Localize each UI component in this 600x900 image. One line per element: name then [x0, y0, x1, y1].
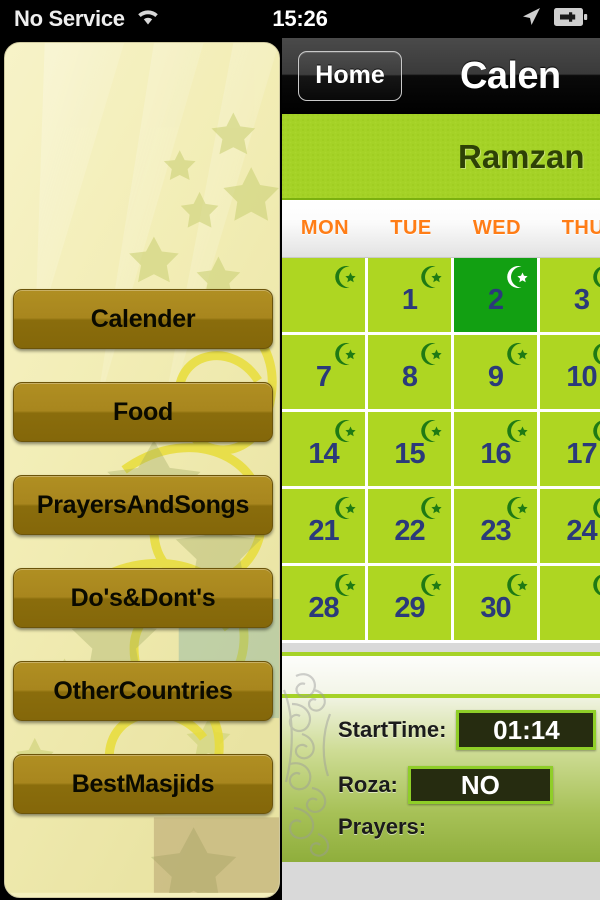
calendar-day-number: 28 — [308, 592, 339, 624]
calendar-week-row: 7 8 9 10 — [282, 335, 600, 412]
day-info-panel: StartTime: 01:14 Roza: NO Prayers: — [282, 652, 600, 862]
calendar-day-cell[interactable]: 2 — [454, 258, 540, 335]
calendar-week-row: 21 22 23 24 — [282, 489, 600, 566]
calendar-day-cell[interactable]: 10 — [540, 335, 600, 412]
calendar-day-number: 24 — [566, 515, 597, 547]
calendar-day-cell[interactable]: 17 — [540, 412, 600, 489]
calendar-day-cell[interactable]: 21 — [282, 489, 368, 566]
roza-value: NO — [407, 766, 553, 804]
calendar-day-number: 9 — [487, 361, 504, 393]
calendar-day-number: 16 — [480, 438, 511, 470]
crescent-star-icon — [593, 574, 600, 596]
sidebar-item-food[interactable]: Food — [13, 382, 273, 442]
calendar-day-number: 23 — [480, 515, 511, 547]
start-time-label: StartTime: — [338, 717, 447, 742]
calendar-day-cell[interactable]: 3 — [540, 258, 600, 335]
calendar-day-number: 7 — [315, 361, 332, 393]
panel-divider — [282, 643, 600, 652]
sidebar-item-dos-and-donts[interactable]: Do's&Dont's — [13, 568, 273, 628]
calendar-day-cell[interactable]: 1 — [368, 258, 454, 335]
navigation-bar: Home Calen — [282, 38, 600, 114]
status-bar-left: No Service — [0, 6, 161, 32]
calendar-day-cell[interactable]: 16 — [454, 412, 540, 489]
calendar-day-cell[interactable]: 23 — [454, 489, 540, 566]
calendar-day-number: 14 — [308, 438, 339, 470]
day-header-thu: THU — [561, 217, 600, 239]
calendar-day-cell[interactable]: 9 — [454, 335, 540, 412]
start-time-row: StartTime: 01:14 — [338, 710, 597, 750]
home-back-button[interactable]: Home — [298, 50, 402, 101]
location-arrow-icon — [520, 6, 542, 33]
sidebar-panel: Calender Food PrayersAndSongs Do's&Dont'… — [4, 42, 280, 898]
crescent-star-icon — [335, 266, 356, 288]
prayers-row: Prayers: — [338, 814, 426, 840]
carrier-label: No Service — [14, 6, 125, 31]
day-header-tue: TUE — [390, 217, 432, 239]
day-header-wed: WED — [472, 217, 522, 239]
calendar-day-cell[interactable]: 7 — [282, 335, 368, 412]
prayers-label: Prayers: — [338, 814, 427, 839]
calendar-week-row: 14 15 16 17 — [282, 412, 600, 489]
calendar-day-number: 22 — [394, 515, 425, 547]
calendar-day-cell[interactable]: 30 — [454, 566, 540, 643]
calendar-day-cell[interactable]: 22 — [368, 489, 454, 566]
app-screen: No Service 15:26 Calender Food PrayersAn… — [0, 0, 600, 900]
sidebar-item-othercountries[interactable]: OtherCountries — [13, 661, 273, 721]
calendar-week-row: 28 29 30 — [282, 566, 600, 643]
calendar-day-cell[interactable]: 14 — [282, 412, 368, 489]
calendar-day-cell[interactable]: 28 — [282, 566, 368, 643]
calendar-day-number: 2 — [487, 284, 504, 316]
calendar-cell-empty — [540, 566, 600, 643]
calendar-day-number: 30 — [480, 592, 511, 624]
calendar-day-cell[interactable]: 15 — [368, 412, 454, 489]
sidebar-item-bestmasjids[interactable]: BestMasjids — [13, 754, 273, 814]
calendar-day-number: 15 — [394, 438, 425, 470]
calendar-day-cell[interactable]: 24 — [540, 489, 600, 566]
start-time-value: 01:14 — [456, 710, 597, 750]
roza-row: Roza: NO — [338, 766, 553, 804]
calendar-day-cell[interactable]: 8 — [368, 335, 454, 412]
page-title: Calen — [460, 54, 561, 97]
calendar-day-cell[interactable]: 29 — [368, 566, 454, 643]
sidebar-item-calender[interactable]: Calender — [13, 289, 273, 349]
calendar-grid: 1 2 3 7 8 9 10 14 15 16 17 21 22 23 24 28 29 30 — [282, 258, 600, 643]
day-header-mon: MON — [300, 217, 350, 239]
banner-title: Ramzan — [458, 138, 585, 175]
calendar-day-number: 8 — [401, 361, 418, 393]
calendar-day-number: 10 — [566, 361, 597, 393]
calendar-cell-empty — [282, 258, 368, 335]
wifi-icon — [135, 7, 161, 32]
roza-label: Roza: — [338, 772, 398, 797]
calendar-day-number: 21 — [308, 515, 339, 547]
day-header-row: MON TUE WED THU — [282, 200, 600, 258]
calendar-day-number: 29 — [394, 592, 425, 624]
status-bar: No Service 15:26 — [0, 0, 600, 38]
sidebar-item-prayersandsongs[interactable]: PrayersAndSongs — [13, 475, 273, 535]
calendar-day-number: 1 — [401, 284, 418, 316]
calendar-day-number: 3 — [573, 284, 590, 316]
calendar-week-row: 1 2 3 — [282, 258, 600, 335]
calendar-day-number: 17 — [566, 438, 597, 470]
calendar-pane: Home Calen Ramzan MON TUE WED THU 1 2 3 … — [282, 38, 600, 900]
status-bar-right — [520, 0, 588, 38]
sidebar-menu: Calender Food PrayersAndSongs Do's&Dont'… — [5, 43, 279, 897]
ramzan-banner: Ramzan — [282, 114, 600, 200]
battery-charging-icon — [554, 7, 588, 31]
